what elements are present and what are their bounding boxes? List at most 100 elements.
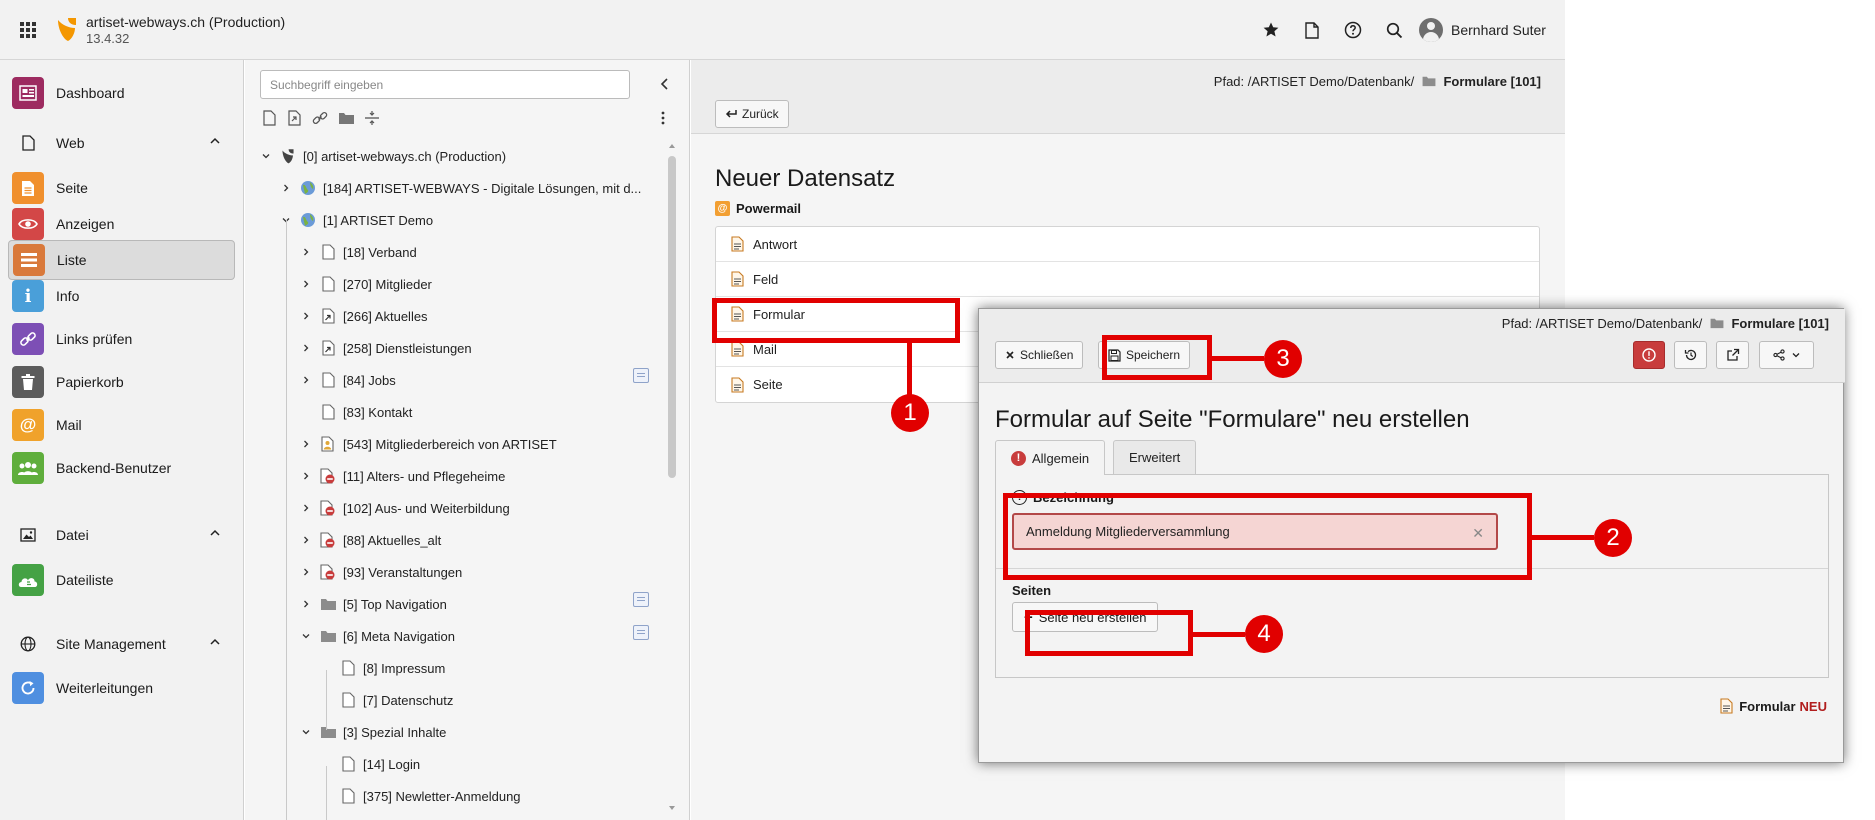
tree-node[interactable]: [8] Impressum bbox=[339, 652, 445, 684]
page-icon bbox=[339, 691, 357, 709]
tree-node[interactable]: [11] Alters- und Pflegeheime bbox=[299, 460, 505, 492]
chevron-right-icon[interactable] bbox=[299, 533, 313, 547]
menu-label-anzeigen: Anzeigen bbox=[56, 216, 115, 232]
dialog-path-prefix: Pfad: /ARTISET Demo/Datenbank/ bbox=[1501, 316, 1703, 331]
tree-node[interactable]: [84] Jobs bbox=[299, 364, 396, 396]
menu-group-web[interactable]: Web bbox=[8, 125, 235, 161]
history-button[interactable] bbox=[1674, 341, 1707, 369]
tree-node[interactable]: [18] Verband bbox=[299, 236, 417, 268]
tree-node[interactable]: [3] Spezial Inhalte bbox=[299, 716, 446, 748]
link-icon bbox=[12, 323, 44, 355]
tree-search-input[interactable] bbox=[260, 70, 630, 99]
new-shortcut-icon[interactable] bbox=[285, 108, 305, 128]
menu-group-datei[interactable]: Datei bbox=[8, 517, 235, 553]
tree-node[interactable]: [543] Mitgliederbereich von ARTISET bbox=[299, 428, 557, 460]
menu-item-anzeigen[interactable]: Anzeigen bbox=[8, 204, 235, 244]
tree-node[interactable]: [7] Datenschutz bbox=[339, 684, 453, 716]
chevron-right-icon[interactable] bbox=[279, 181, 293, 195]
menu-item-dashboard[interactable]: Dashboard bbox=[8, 73, 235, 113]
chevron-right-icon[interactable] bbox=[299, 373, 313, 387]
record-type-item[interactable]: Feld bbox=[716, 262, 1539, 297]
tree-scrollbar[interactable] bbox=[668, 142, 676, 816]
chevron-right-icon[interactable] bbox=[299, 437, 313, 451]
tab-erweitert[interactable]: Erweitert bbox=[1113, 440, 1197, 474]
link-icon[interactable] bbox=[310, 108, 330, 128]
tree-node[interactable]: [1] ARTISET Demo bbox=[279, 204, 433, 236]
hidden-page-icon bbox=[319, 467, 337, 485]
chevron-down-icon[interactable] bbox=[299, 725, 313, 739]
open-new-window-button[interactable] bbox=[1716, 341, 1749, 369]
user-avatar[interactable] bbox=[1419, 18, 1443, 42]
chevron-right-icon[interactable] bbox=[299, 277, 313, 291]
divider-icon[interactable] bbox=[362, 108, 382, 128]
share-dropdown-button[interactable] bbox=[1759, 341, 1814, 369]
document-icon bbox=[1720, 698, 1733, 714]
new-page-icon[interactable] bbox=[259, 108, 279, 128]
help-icon[interactable] bbox=[1343, 20, 1363, 40]
tree-node[interactable]: [258] Dienstleistungen bbox=[299, 332, 472, 364]
file-icon[interactable] bbox=[1302, 20, 1322, 40]
tree-node[interactable]: [270] Mitglieder bbox=[299, 268, 432, 300]
powermail-icon: @ bbox=[715, 201, 730, 216]
menu-label-dashboard: Dashboard bbox=[56, 85, 125, 101]
chevron-right-icon[interactable] bbox=[299, 597, 313, 611]
chevron-down-icon[interactable] bbox=[299, 629, 313, 643]
tree-node[interactable]: [0] artiset-webways.ch (Production) bbox=[259, 140, 506, 172]
scrollbar-thumb[interactable] bbox=[668, 156, 676, 478]
tree-node[interactable]: [93] Veranstaltungen bbox=[299, 556, 462, 588]
menu-label-seite: Seite bbox=[56, 180, 88, 196]
page-tree: [0] artiset-webways.ch (Production) [184… bbox=[245, 60, 690, 820]
close-button[interactable]: Schließen bbox=[995, 341, 1084, 369]
menu-item-dateiliste[interactable]: Dateiliste bbox=[8, 560, 235, 600]
tree-node[interactable]: [375] Newletter-Anmeldung bbox=[339, 780, 521, 812]
menu-group-label-datei: Datei bbox=[56, 527, 89, 543]
menu-item-info[interactable]: i Info bbox=[8, 276, 235, 316]
eye-icon bbox=[12, 208, 44, 240]
menu-item-mail[interactable]: @ Mail bbox=[8, 405, 235, 445]
chevron-right-icon[interactable] bbox=[299, 469, 313, 483]
tab-allgemein[interactable]: ! Allgemein bbox=[995, 440, 1106, 475]
record-type-item[interactable]: Antwort bbox=[716, 227, 1539, 262]
tree-node-label: [1] ARTISET Demo bbox=[323, 212, 434, 228]
folder-icon bbox=[319, 627, 337, 645]
chevron-right-icon[interactable] bbox=[299, 309, 313, 323]
user-name[interactable]: Bernhard Suter bbox=[1451, 22, 1546, 38]
tree-node[interactable]: [14] Login bbox=[339, 748, 420, 780]
chevron-down-icon[interactable] bbox=[259, 149, 273, 163]
page-icon bbox=[339, 787, 357, 805]
chevron-right-icon[interactable] bbox=[299, 565, 313, 579]
menu-item-papierkorb[interactable]: Papierkorb bbox=[8, 362, 235, 402]
typo3-logo[interactable] bbox=[56, 16, 78, 42]
star-icon[interactable] bbox=[1261, 20, 1281, 40]
tree-node[interactable]: [184] ARTISET-WEBWAYS - Digitale Lösunge… bbox=[279, 172, 641, 204]
apps-grid-icon[interactable] bbox=[20, 22, 36, 38]
tree-node[interactable]: [266] Aktuelles bbox=[299, 300, 428, 332]
tree-node[interactable]: [5] Top Navigation bbox=[299, 588, 447, 620]
chevron-right-icon[interactable] bbox=[299, 341, 313, 355]
tree-node[interactable]: [88] Aktuelles_alt bbox=[299, 524, 441, 556]
menu-item-links-pruefen[interactable]: Links prüfen bbox=[8, 319, 235, 359]
error-indicator-button[interactable] bbox=[1633, 341, 1665, 369]
chevron-right-icon[interactable] bbox=[299, 501, 313, 515]
chevron-right-icon[interactable] bbox=[299, 245, 313, 259]
at-sign-icon: @ bbox=[12, 409, 44, 441]
tree-node[interactable]: [102] Aus- und Weiterbildung bbox=[299, 492, 510, 524]
back-button[interactable]: Zurück bbox=[715, 100, 789, 128]
extension-title: Powermail bbox=[736, 201, 802, 216]
menu-item-weiterleitungen[interactable]: Weiterleitungen bbox=[8, 668, 235, 708]
more-options-icon[interactable] bbox=[653, 108, 673, 128]
search-icon[interactable] bbox=[1384, 20, 1404, 40]
folder-icon[interactable] bbox=[336, 108, 356, 128]
document-icon bbox=[731, 376, 744, 393]
chevron-left-icon[interactable] bbox=[655, 74, 675, 94]
menu-item-liste[interactable]: Liste bbox=[8, 240, 235, 280]
menu-item-seite[interactable]: Seite bbox=[8, 168, 235, 208]
tree-node-label: [88] Aktuelles_alt bbox=[343, 532, 442, 548]
callout-line bbox=[1532, 535, 1594, 540]
tree-node[interactable]: [6] Meta Navigation bbox=[299, 620, 455, 652]
menu-group-site-management[interactable]: Site Management bbox=[8, 626, 235, 662]
tree-node[interactable]: [83] Kontakt bbox=[319, 396, 412, 428]
callout-number: 4 bbox=[1245, 615, 1283, 653]
menu-item-backend-benutzer[interactable]: Backend-Benutzer bbox=[8, 448, 235, 488]
tree-node-label: [543] Mitgliederbereich von ARTISET bbox=[343, 436, 557, 452]
